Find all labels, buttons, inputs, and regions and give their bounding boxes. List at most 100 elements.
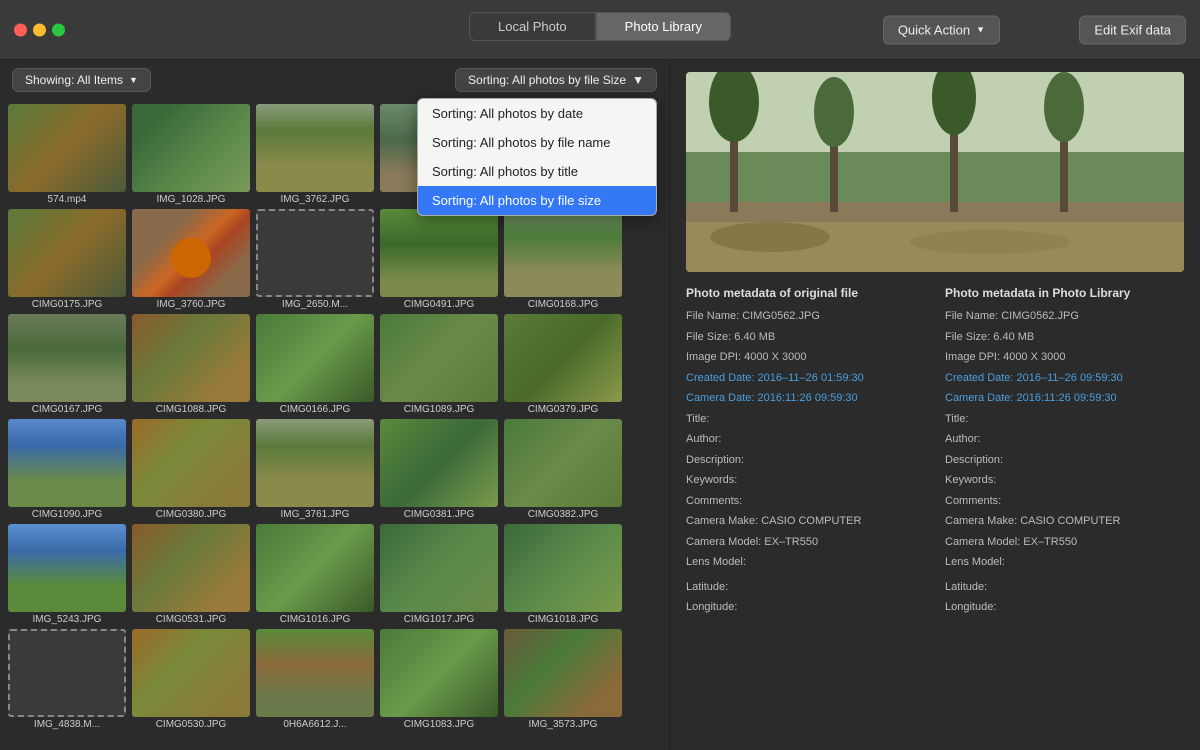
list-item[interactable]: CIMG0167.JPG — [8, 314, 126, 415]
list-item[interactable]: CIMG1088.JPG — [132, 314, 250, 415]
minimize-button[interactable] — [33, 23, 46, 36]
photo-label: CIMG1088.JPG — [132, 404, 250, 415]
photo-label: IMG_3762.JPG — [256, 194, 374, 205]
toolbar-row: Showing: All Items ▼ Sorting: All photos… — [0, 60, 669, 100]
list-item[interactable]: IMG_3573.JPG — [504, 629, 622, 730]
metadata-right-column: Photo metadata in Photo Library File Nam… — [945, 286, 1184, 620]
list-item[interactable]: CIMG0381.JPG — [380, 419, 498, 520]
list-item[interactable]: CIMG1018.JPG — [504, 524, 622, 625]
photo-label: 574.mp4 — [8, 194, 126, 205]
sort-button[interactable]: Sorting: All photos by file Size ▼ — [455, 68, 657, 92]
photo-label: CIMG0379.JPG — [504, 404, 622, 415]
meta-row: File Size: 6.40 MB — [945, 329, 1184, 346]
photo-thumbnail — [8, 104, 126, 192]
titlebar: Local Photo Photo Library Quick Action ▼… — [0, 0, 1200, 60]
close-button[interactable] — [14, 23, 27, 36]
list-item[interactable]: 574.mp4 — [8, 104, 126, 205]
quick-action-button[interactable]: Quick Action ▼ — [883, 15, 1000, 44]
right-panel: Photo metadata of original file File Nam… — [670, 60, 1200, 750]
list-item[interactable]: IMG_4838.M... — [8, 629, 126, 730]
photo-thumbnail — [380, 629, 498, 717]
photo-label: CIMG1018.JPG — [504, 614, 622, 625]
list-item[interactable]: CIMG0491.JPG — [380, 209, 498, 310]
meta-row: File Size: 6.40 MB — [686, 329, 925, 346]
list-item[interactable]: IMG_1028.JPG — [132, 104, 250, 205]
grid-row: IMG_5243.JPG CIMG0531.JPG CIMG1016.JPG C… — [8, 524, 661, 625]
list-item[interactable]: CIMG1017.JPG — [380, 524, 498, 625]
photo-thumbnail — [256, 524, 374, 612]
photo-thumbnail — [504, 524, 622, 612]
list-item[interactable]: CIMG0175.JPG — [8, 209, 126, 310]
grid-row: CIMG0175.JPG IMG_3760.JPG IMG_2650.M... … — [8, 209, 661, 310]
list-item[interactable]: CIMG1016.JPG — [256, 524, 374, 625]
showing-dropdown[interactable]: Showing: All Items ▼ — [12, 68, 151, 92]
meta-row: Keywords: — [945, 472, 1184, 489]
tab-local-photo[interactable]: Local Photo — [469, 12, 596, 41]
list-item[interactable]: IMG_2650.M... — [256, 209, 374, 310]
grid-row: CIMG1090.JPG CIMG0380.JPG IMG_3761.JPG C… — [8, 419, 661, 520]
list-item[interactable]: CIMG1089.JPG — [380, 314, 498, 415]
photo-thumbnail — [132, 629, 250, 717]
meta-row: Description: — [686, 452, 925, 469]
meta-row-camera-date-lib: Camera Date: 2016:11:26 09:59:30 — [945, 390, 1184, 407]
photo-label: IMG_3760.JPG — [132, 299, 250, 310]
tab-photo-library[interactable]: Photo Library — [596, 12, 731, 41]
metadata-columns: Photo metadata of original file File Nam… — [686, 286, 1184, 620]
left-panel: Showing: All Items ▼ Sorting: All photos… — [0, 60, 670, 750]
edit-exif-button[interactable]: Edit Exif data — [1079, 15, 1186, 44]
sort-option-date[interactable]: Sorting: All photos by date — [418, 99, 656, 128]
list-item[interactable]: CIMG1090.JPG — [8, 419, 126, 520]
meta-row: Comments: — [945, 493, 1184, 510]
meta-row: Author: — [945, 431, 1184, 448]
photo-thumbnail — [132, 104, 250, 192]
photo-thumbnail — [380, 524, 498, 612]
list-item[interactable]: CIMG0166.JPG — [256, 314, 374, 415]
showing-label: Showing: All Items — [25, 73, 123, 87]
photo-label: CIMG1090.JPG — [8, 509, 126, 520]
sort-label: Sorting: All photos by file Size — [468, 73, 626, 87]
photo-thumbnail — [8, 209, 126, 297]
photo-thumbnail — [256, 104, 374, 192]
list-item[interactable]: CIMG0531.JPG — [132, 524, 250, 625]
traffic-lights — [14, 23, 65, 36]
photo-label: CIMG0381.JPG — [380, 509, 498, 520]
list-item[interactable]: CIMG0379.JPG — [504, 314, 622, 415]
photo-label: IMG_2650.M... — [256, 299, 374, 310]
meta-row: Comments: — [686, 493, 925, 510]
sort-option-title[interactable]: Sorting: All photos by title — [418, 157, 656, 186]
photo-label: IMG_5243.JPG — [8, 614, 126, 625]
list-item[interactable]: CIMG0380.JPG — [132, 419, 250, 520]
photo-thumbnail — [256, 419, 374, 507]
photo-label: IMG_3573.JPG — [504, 719, 622, 730]
list-item[interactable]: IMG_3762.JPG — [256, 104, 374, 205]
fullscreen-button[interactable] — [52, 23, 65, 36]
photo-thumbnail — [504, 419, 622, 507]
meta-row: File Name: CIMG0562.JPG — [945, 308, 1184, 325]
sort-arrow-icon: ▼ — [632, 73, 644, 87]
list-item[interactable]: 0H6A6612.J... — [256, 629, 374, 730]
list-item[interactable]: IMG_5243.JPG — [8, 524, 126, 625]
meta-row: Author: — [686, 431, 925, 448]
photo-label: CIMG1016.JPG — [256, 614, 374, 625]
photo-label: IMG_1028.JPG — [132, 194, 250, 205]
list-item[interactable]: CIMG0530.JPG — [132, 629, 250, 730]
photo-label: CIMG0168.JPG — [504, 299, 622, 310]
meta-row: File Name: CIMG0562.JPG — [686, 308, 925, 325]
preview-image — [686, 72, 1184, 272]
photo-thumbnail — [132, 524, 250, 612]
photo-thumbnail — [8, 314, 126, 402]
photo-thumbnail — [380, 209, 498, 297]
meta-row: Description: — [945, 452, 1184, 469]
list-item[interactable]: CIMG1083.JPG — [380, 629, 498, 730]
photo-label: CIMG1083.JPG — [380, 719, 498, 730]
photo-thumbnail — [256, 314, 374, 402]
list-item[interactable]: IMG_3761.JPG — [256, 419, 374, 520]
meta-row: Camera Make: CASIO COMPUTER — [945, 513, 1184, 530]
list-item[interactable]: CIMG0168.JPG — [504, 209, 622, 310]
list-item[interactable]: IMG_3760.JPG — [132, 209, 250, 310]
sort-dropdown-menu: Sorting: All photos by date Sorting: All… — [417, 98, 657, 216]
list-item[interactable]: CIMG0382.JPG — [504, 419, 622, 520]
sort-option-filename[interactable]: Sorting: All photos by file name — [418, 128, 656, 157]
sort-option-filesize[interactable]: Sorting: All photos by file size — [418, 186, 656, 215]
quick-action-label: Quick Action — [898, 22, 970, 37]
